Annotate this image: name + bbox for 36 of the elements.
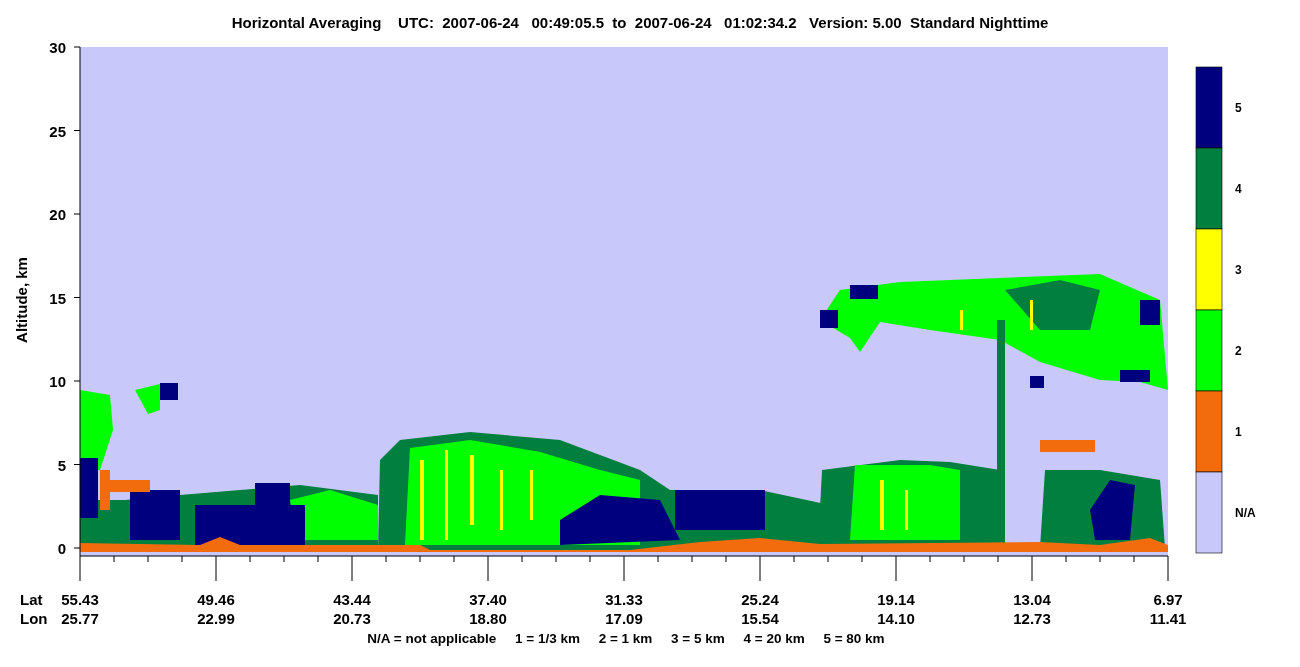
legend-label: N/A	[1235, 506, 1256, 520]
axis-tick-label: 15.54	[741, 610, 779, 627]
axis-label: Altitude, km	[13, 257, 30, 343]
axis-tick-label: 37.40	[469, 591, 507, 608]
axis-tick-label: 13.04	[1013, 591, 1051, 608]
axis-tick-label: 43.44	[333, 591, 371, 608]
legend-label: 2	[1235, 344, 1242, 358]
axis-tick-label: 30	[49, 39, 66, 56]
axis-tick-label: 0	[57, 540, 66, 557]
axis-tick-label: 25.24	[741, 591, 779, 608]
axis-tick-label: 20	[49, 206, 66, 223]
chart-title: Horizontal Averaging UTC: 2007-06-24 00:49:05.5 to 2007-06-24 01:02:34.2 Version: 5.00 Standard Nighttime	[231, 14, 1049, 31]
axis-tick-label: 12.73	[1013, 610, 1051, 627]
axis-tick-label: 20.73	[333, 610, 371, 627]
legend-label: 1	[1235, 425, 1242, 439]
axis-tick-label: 55.43	[61, 591, 99, 608]
axis-tick-label: 5	[57, 456, 66, 474]
axis-row-label: Lon	[20, 610, 48, 627]
axis-tick-label: 14.10	[877, 610, 915, 627]
axis-tick-label: 15	[49, 289, 66, 307]
legend-label: 5	[1235, 101, 1242, 115]
footnote: N/A = not applicable 1 = 1/3 km 2 = 1 km 3 = 5 km 4 = 20 km 5 = 80 km	[367, 631, 885, 646]
axis-tick-label: 31.33	[605, 591, 643, 608]
axis-tick-label: 17.09	[605, 610, 643, 627]
axis-tick-label: 11.41	[1149, 610, 1187, 627]
axis-tick-label: 6.97	[1153, 591, 1183, 608]
legend-label: 4	[1235, 182, 1242, 196]
legend-label: 3	[1235, 263, 1242, 277]
axis-tick-label: 49.46	[197, 591, 235, 608]
axis-tick-label: 22.99	[197, 610, 235, 627]
axis-tick-label: 18.80	[469, 610, 507, 627]
axis-tick-label: 19.14	[877, 591, 915, 608]
axis-row-label: Lat	[20, 591, 43, 608]
axis-tick-label: 10	[49, 373, 66, 390]
axis-tick-label: 25	[49, 122, 66, 140]
axis-tick-label: 25.77	[61, 610, 99, 627]
